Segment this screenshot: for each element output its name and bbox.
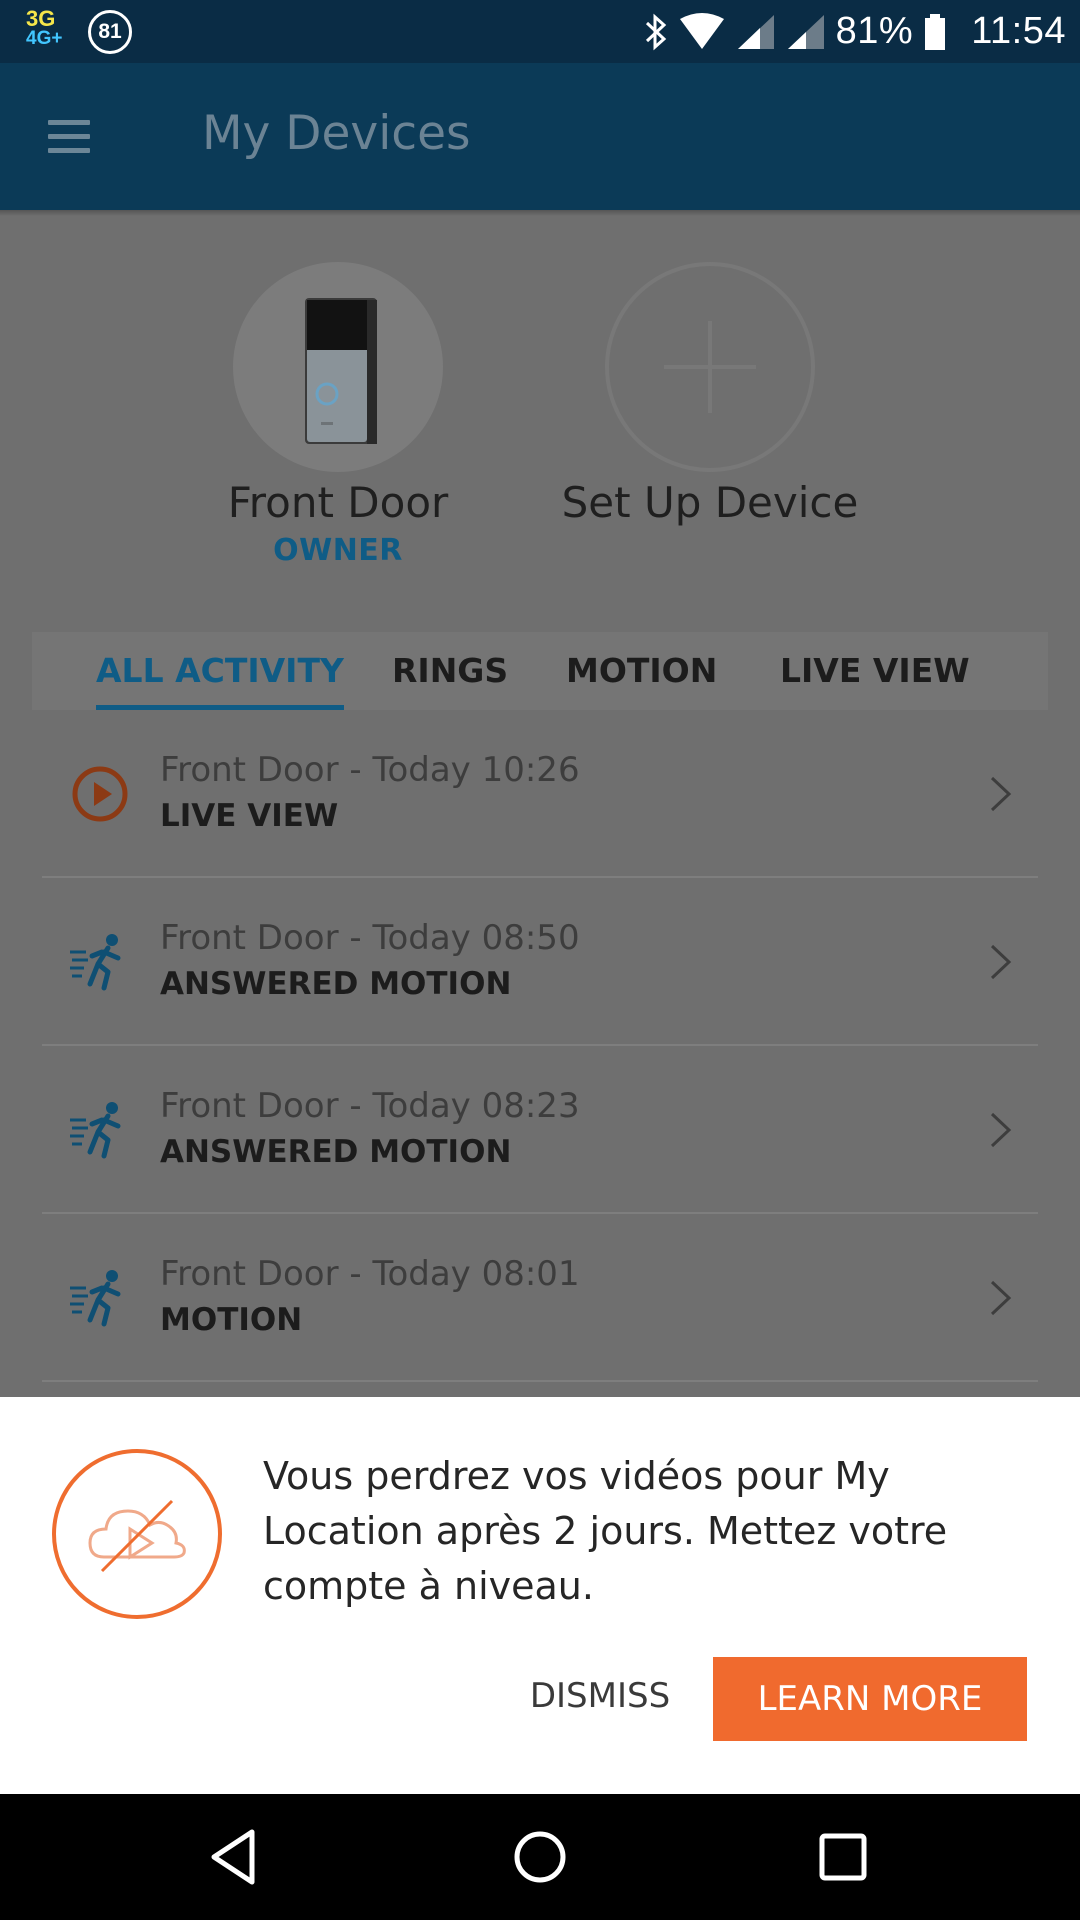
play-circle-icon xyxy=(72,766,128,822)
motion-runner-icon xyxy=(70,934,121,991)
navigation-bar xyxy=(0,1794,1080,1920)
dismiss-button[interactable]: DISMISS xyxy=(505,1659,695,1733)
chevron-right-icon xyxy=(990,1112,1012,1148)
chevron-right-icon xyxy=(990,944,1012,980)
bluetooth-icon xyxy=(645,13,666,50)
activity-type: LIVE VIEW xyxy=(160,798,339,834)
back-icon[interactable] xyxy=(202,1824,268,1890)
list-item[interactable]: Front Door - Today 08:23 ANSWERED MOTION xyxy=(42,1046,1038,1214)
activity-time: Front Door - Today 08:50 xyxy=(160,918,580,958)
chevron-right-icon xyxy=(990,776,1012,812)
list-item[interactable]: Front Door - Today 08:01 MOTION xyxy=(42,1214,1038,1382)
network-type-icon: 3G 4G+ xyxy=(26,6,70,53)
home-icon[interactable] xyxy=(507,1824,573,1890)
battery-icon xyxy=(925,13,946,50)
tab-motion[interactable]: MOTION xyxy=(566,632,717,710)
tab-live-view[interactable]: LIVE VIEW xyxy=(780,632,970,710)
activity-type: ANSWERED MOTION xyxy=(160,1134,512,1170)
chevron-right-icon xyxy=(990,1280,1012,1316)
signal-icon xyxy=(787,14,824,49)
motion-runner-icon xyxy=(70,1102,121,1159)
device-name: Set Up Device xyxy=(561,478,859,527)
list-item[interactable]: Front Door - Today 10:26 LIVE VIEW xyxy=(42,710,1038,878)
hamburger-menu-icon[interactable] xyxy=(36,105,102,167)
banner-message: Vous perdrez vos vidéos pour My Location… xyxy=(263,1454,948,1608)
tab-rings[interactable]: RINGS xyxy=(392,632,508,710)
activity-tabs: ALL ACTIVITY RINGS MOTION LIVE VIEW xyxy=(32,632,1048,710)
set-up-device-button[interactable]: Set Up Device xyxy=(550,262,870,527)
list-item[interactable]: Front Door - Today 08:50 ANSWERED MOTION xyxy=(42,878,1038,1046)
doorbell-device-icon xyxy=(305,298,377,444)
network-4g-label: 4G+ xyxy=(26,28,63,49)
plus-icon xyxy=(664,321,756,413)
upgrade-banner: Vous perdrez vos vidéos pour My Location… xyxy=(0,1397,1080,1794)
device-role: OWNER xyxy=(273,533,403,568)
activity-time: Front Door - Today 10:26 xyxy=(160,750,580,790)
device-front-door[interactable]: Front Door OWNER xyxy=(178,262,498,568)
activity-time: Front Door - Today 08:01 xyxy=(160,1254,580,1294)
tab-all-activity[interactable]: ALL ACTIVITY xyxy=(96,632,344,710)
activity-type: ANSWERED MOTION xyxy=(160,966,512,1002)
learn-more-button[interactable]: LEARN MORE xyxy=(713,1657,1027,1741)
add-device-circle xyxy=(605,262,815,472)
activity-type: MOTION xyxy=(160,1302,303,1338)
network-3g-label: 3G xyxy=(26,6,56,31)
app-bar: My Devices xyxy=(0,63,1080,210)
signal-icon xyxy=(737,14,774,49)
motion-runner-icon xyxy=(70,1270,121,1327)
notification-count-badge: 81 xyxy=(88,10,132,54)
activity-list: Front Door - Today 10:26 LIVE VIEW Front… xyxy=(42,710,1038,1382)
wifi-icon xyxy=(679,12,724,49)
device-name: Front Door xyxy=(227,478,449,527)
page-title: My Devices xyxy=(202,106,471,161)
activity-time: Front Door - Today 08:23 xyxy=(160,1086,580,1126)
cloud-video-off-icon xyxy=(52,1449,222,1619)
status-bar: 3G 4G+ 81 81% 11:54 xyxy=(0,0,1080,63)
main-content: Front Door OWNER Set Up Device ALL ACTIV… xyxy=(0,210,1080,1397)
recents-icon[interactable] xyxy=(810,1824,876,1890)
battery-percent: 81% xyxy=(835,10,914,52)
device-avatar xyxy=(233,262,443,472)
clock: 11:54 xyxy=(971,10,1066,52)
